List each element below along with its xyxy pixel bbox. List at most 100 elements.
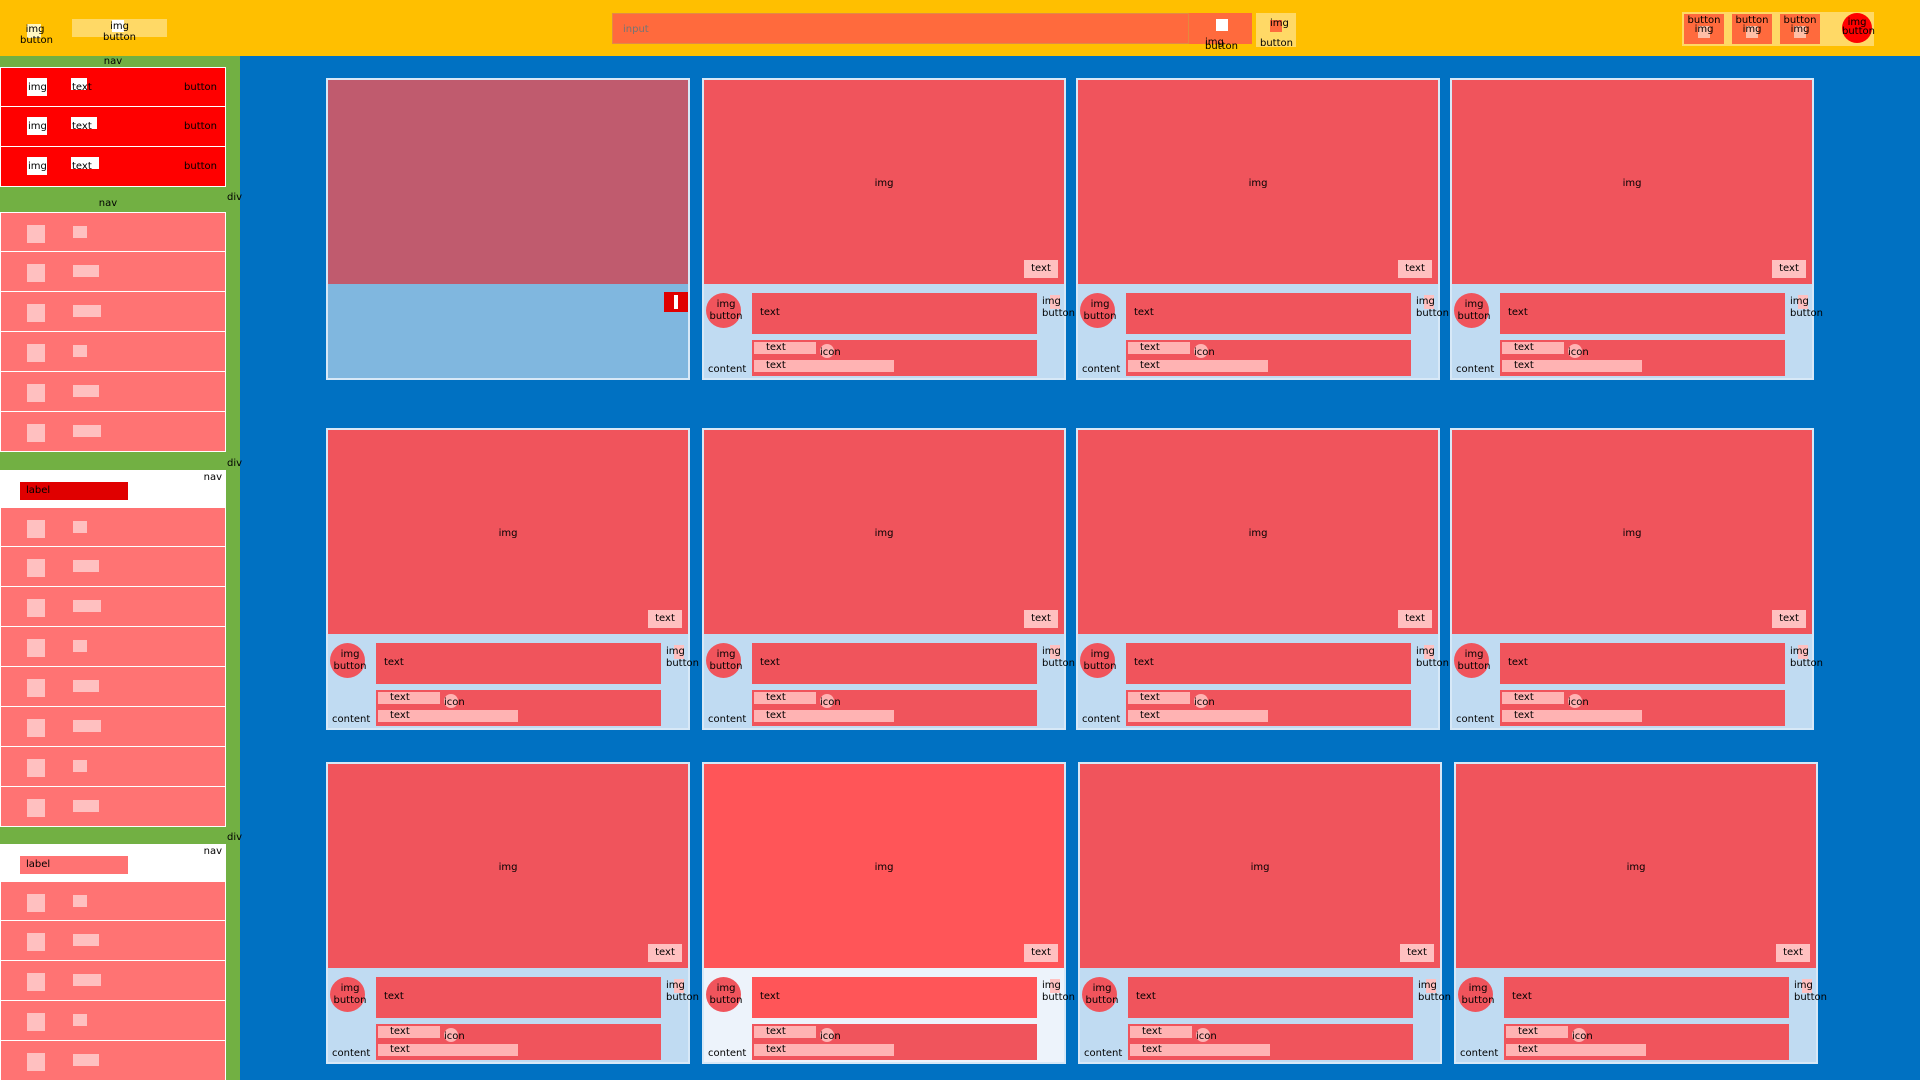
video-title[interactable]: text bbox=[376, 643, 661, 684]
video-thumbnail[interactable]: img text bbox=[704, 80, 1064, 284]
sidebar-item[interactable] bbox=[0, 1041, 226, 1080]
more-options-button[interactable]: img button bbox=[1794, 977, 1827, 1013]
video-title[interactable]: text bbox=[752, 977, 1037, 1018]
channel-avatar-button[interactable]: img button bbox=[1082, 977, 1118, 1012]
video-title[interactable]: text bbox=[1126, 643, 1411, 684]
more-options-button[interactable]: img button bbox=[1042, 977, 1075, 1013]
video-card[interactable]: img text img button text img button text ic… bbox=[326, 762, 699, 1064]
logo-button[interactable]: img button bbox=[20, 24, 53, 46]
channel-avatar-button[interactable]: img button bbox=[706, 643, 742, 678]
channel-name[interactable]: text bbox=[378, 692, 440, 704]
channel-avatar-button[interactable]: img button bbox=[330, 977, 366, 1012]
video-thumbnail[interactable]: img text bbox=[1452, 80, 1812, 284]
sidebar-item[interactable] bbox=[0, 587, 226, 627]
sidebar-item[interactable] bbox=[0, 881, 226, 921]
video-thumbnail[interactable]: img text bbox=[1456, 764, 1816, 968]
sidebar-item[interactable] bbox=[0, 747, 226, 787]
video-title[interactable]: text bbox=[376, 977, 661, 1018]
channel-name[interactable]: text bbox=[1506, 1026, 1568, 1038]
channel-name[interactable]: text bbox=[378, 1026, 440, 1038]
video-thumbnail[interactable]: img text bbox=[1078, 80, 1438, 284]
video-title[interactable]: text bbox=[752, 643, 1037, 684]
channel-name[interactable]: text bbox=[1128, 342, 1190, 354]
video-title[interactable]: text bbox=[1500, 293, 1785, 334]
sidebar-item[interactable] bbox=[0, 507, 226, 547]
video-title[interactable]: text bbox=[1126, 293, 1411, 334]
video-card-hovered[interactable]: img text img button text img button text ic… bbox=[702, 762, 1075, 1064]
video-title[interactable]: text bbox=[1504, 977, 1789, 1018]
video-thumbnail[interactable]: img text bbox=[704, 764, 1064, 968]
channel-avatar-button[interactable]: img button bbox=[1080, 293, 1116, 328]
video-thumbnail[interactable]: img text bbox=[704, 430, 1064, 634]
sidebar-item[interactable] bbox=[0, 787, 226, 827]
channel-avatar-button[interactable]: img button bbox=[1454, 293, 1490, 328]
video-card[interactable]: img text img button text img button text ic… bbox=[1076, 78, 1449, 380]
video-thumbnail[interactable]: img text bbox=[328, 430, 688, 634]
channel-avatar-button[interactable]: img button bbox=[706, 977, 742, 1012]
create-button[interactable]: button img bbox=[1684, 14, 1724, 44]
channel-avatar-button[interactable]: img button bbox=[706, 293, 742, 328]
channel-avatar-button[interactable]: img button bbox=[330, 643, 366, 678]
channel-name[interactable]: text bbox=[754, 1026, 816, 1038]
video-thumbnail[interactable]: img text bbox=[1080, 764, 1440, 968]
sidebar-item[interactable] bbox=[0, 252, 226, 292]
video-card[interactable]: img text img button text img button text ic… bbox=[1078, 762, 1451, 1064]
video-card[interactable]: img text img button text img button text ic… bbox=[1450, 428, 1823, 730]
channel-name[interactable]: text bbox=[1502, 342, 1564, 354]
more-options-button[interactable]: img button bbox=[1416, 643, 1449, 679]
sidebar-item[interactable] bbox=[0, 707, 226, 747]
sidebar-item[interactable] bbox=[0, 921, 226, 961]
sidebar-item[interactable] bbox=[0, 1001, 226, 1041]
more-options-button[interactable]: img button bbox=[1042, 643, 1075, 679]
channel-name[interactable]: text bbox=[754, 342, 816, 354]
sidebar-item-shorts[interactable]: img text button bbox=[0, 107, 226, 147]
sidebar-item[interactable] bbox=[0, 292, 226, 332]
video-card[interactable]: img text img button text img button text ic… bbox=[1454, 762, 1827, 1064]
more-options-button[interactable]: img button bbox=[1790, 643, 1823, 679]
more-options-button[interactable]: img button bbox=[1790, 293, 1823, 329]
notifications-button[interactable]: button img bbox=[1780, 14, 1820, 44]
search-input[interactable] bbox=[623, 22, 1123, 36]
channel-name[interactable]: text bbox=[1128, 692, 1190, 704]
channel-name[interactable]: text bbox=[1130, 1026, 1192, 1038]
video-thumbnail[interactable]: img text bbox=[328, 764, 688, 968]
video-card[interactable]: img text img button text img button text ic… bbox=[1450, 78, 1823, 380]
channel-avatar-button[interactable]: img button bbox=[1458, 977, 1494, 1012]
more-options-button[interactable]: img button bbox=[1042, 293, 1075, 329]
channel-avatar-button[interactable]: img button bbox=[1080, 643, 1116, 678]
video-thumbnail[interactable]: img text bbox=[1452, 430, 1812, 634]
close-button[interactable] bbox=[664, 292, 688, 312]
video-title[interactable]: text bbox=[752, 293, 1037, 334]
sidebar-item-subscriptions[interactable]: img text button bbox=[0, 147, 226, 187]
sidebar-item[interactable] bbox=[0, 412, 226, 452]
sidebar-item[interactable] bbox=[0, 667, 226, 707]
channel-name[interactable]: text bbox=[754, 692, 816, 704]
video-card[interactable]: img text img button text img button text ic… bbox=[326, 428, 699, 730]
video-title[interactable]: text bbox=[1500, 643, 1785, 684]
sidebar-item[interactable] bbox=[0, 627, 226, 667]
account-avatar-button[interactable]: img button bbox=[1842, 13, 1875, 43]
more-options-button[interactable]: img button bbox=[1418, 977, 1451, 1013]
channel-name[interactable]: text bbox=[1502, 692, 1564, 704]
more-options-button[interactable]: img button bbox=[1416, 293, 1449, 329]
video-card[interactable]: img text img button text img button text ic… bbox=[702, 428, 1075, 730]
more-options-button[interactable]: img button bbox=[666, 643, 699, 679]
video-title[interactable]: text bbox=[1128, 977, 1413, 1018]
search-button[interactable]: img button bbox=[1188, 13, 1252, 52]
video-card[interactable]: img text img button text img button text ic… bbox=[1076, 428, 1449, 730]
sidebar-item-home[interactable]: img text button bbox=[0, 67, 226, 107]
apps-button[interactable]: button img bbox=[1732, 14, 1772, 44]
voice-search-button[interactable]: img button bbox=[1256, 13, 1296, 49]
sidebar-item[interactable] bbox=[0, 212, 226, 252]
sidebar-item[interactable] bbox=[0, 547, 226, 587]
sidebar-item[interactable] bbox=[0, 372, 226, 412]
sidebar-item[interactable] bbox=[0, 961, 226, 1001]
video-metadata: text icon text bbox=[1500, 340, 1785, 376]
video-metadata: text icon text bbox=[1500, 690, 1785, 726]
video-card[interactable]: img text img button text img button text ic… bbox=[702, 78, 1075, 380]
sidebar-item[interactable] bbox=[0, 332, 226, 372]
channel-avatar-button[interactable]: img button bbox=[1454, 643, 1490, 678]
sidebar-section-header: nav label bbox=[0, 470, 226, 507]
video-thumbnail[interactable]: img text bbox=[1078, 430, 1438, 634]
more-options-button[interactable]: img button bbox=[666, 977, 699, 1013]
